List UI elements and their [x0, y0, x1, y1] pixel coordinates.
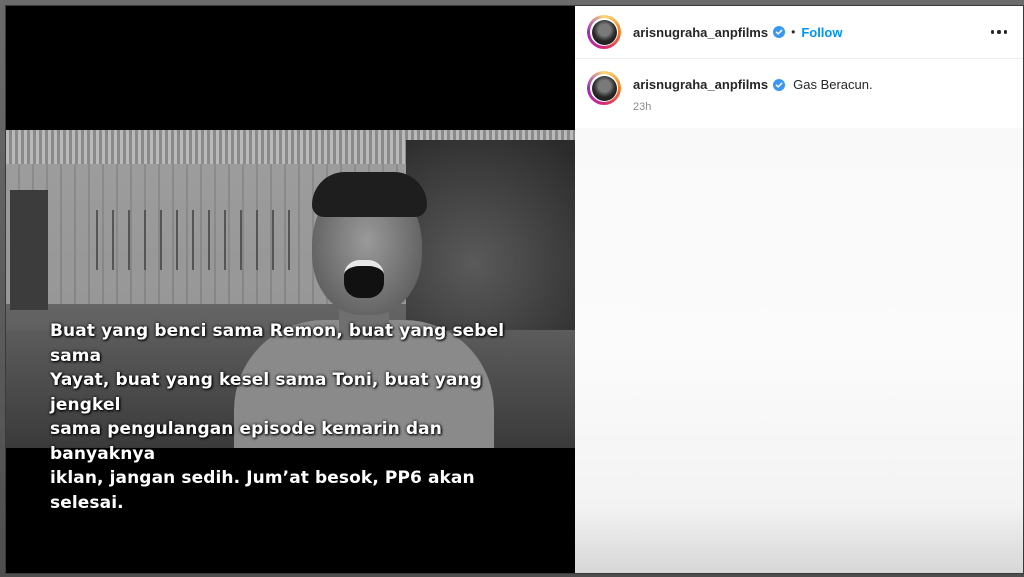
photo-door — [10, 190, 48, 310]
comment-avatar[interactable] — [587, 71, 621, 105]
caption-line: Yayat, buat yang kesel sama Toni, buat y… — [50, 370, 482, 415]
post-modal: Buat yang benci sama Remon, buat yang se… — [6, 6, 1023, 573]
comment-body: arisnugraha_anpfilms Gas Beracun. 23h — [633, 71, 873, 128]
comment-timestamp[interactable]: 23h — [633, 101, 873, 113]
avatar-frame — [590, 74, 618, 102]
more-horizontal-icon[interactable] — [989, 23, 1009, 41]
follow-button[interactable]: Follow — [801, 25, 842, 40]
comment-line: arisnugraha_anpfilms Gas Beracun. — [633, 77, 873, 92]
avatar-image — [591, 19, 617, 45]
person-hair — [312, 172, 427, 217]
comments-area — [575, 128, 1023, 573]
author-avatar[interactable] — [587, 15, 621, 49]
caption-line: sama pengulangan episode kemarin dan ban… — [50, 419, 442, 464]
post-sidebar: arisnugraha_anpfilms • Follow arisnugrah… — [575, 6, 1023, 573]
separator-dot: • — [791, 25, 796, 39]
image-caption-text: Buat yang benci sama Remon, buat yang se… — [50, 319, 550, 515]
person-mouth — [344, 260, 384, 298]
caption-line: iklan, jangan sedih. Jum’at besok, PP6 a… — [50, 468, 475, 513]
more-dot — [997, 30, 1001, 34]
post-media[interactable]: Buat yang benci sama Remon, buat yang se… — [6, 6, 575, 573]
comment-text: Gas Beracun. — [793, 77, 873, 92]
comment-username[interactable]: arisnugraha_anpfilms — [633, 77, 768, 92]
avatar-image — [591, 75, 617, 101]
author-username[interactable]: arisnugraha_anpfilms — [633, 25, 768, 40]
post-header: arisnugraha_anpfilms • Follow — [575, 6, 1023, 59]
verified-badge-icon — [773, 78, 786, 91]
more-dot — [990, 30, 995, 34]
avatar-frame — [590, 18, 618, 46]
caption-line: Buat yang benci sama Remon, buat yang se… — [50, 321, 505, 366]
verified-badge-icon — [773, 26, 786, 38]
caption-comment: arisnugraha_anpfilms Gas Beracun. 23h — [575, 59, 1023, 128]
more-dot — [1003, 30, 1008, 34]
